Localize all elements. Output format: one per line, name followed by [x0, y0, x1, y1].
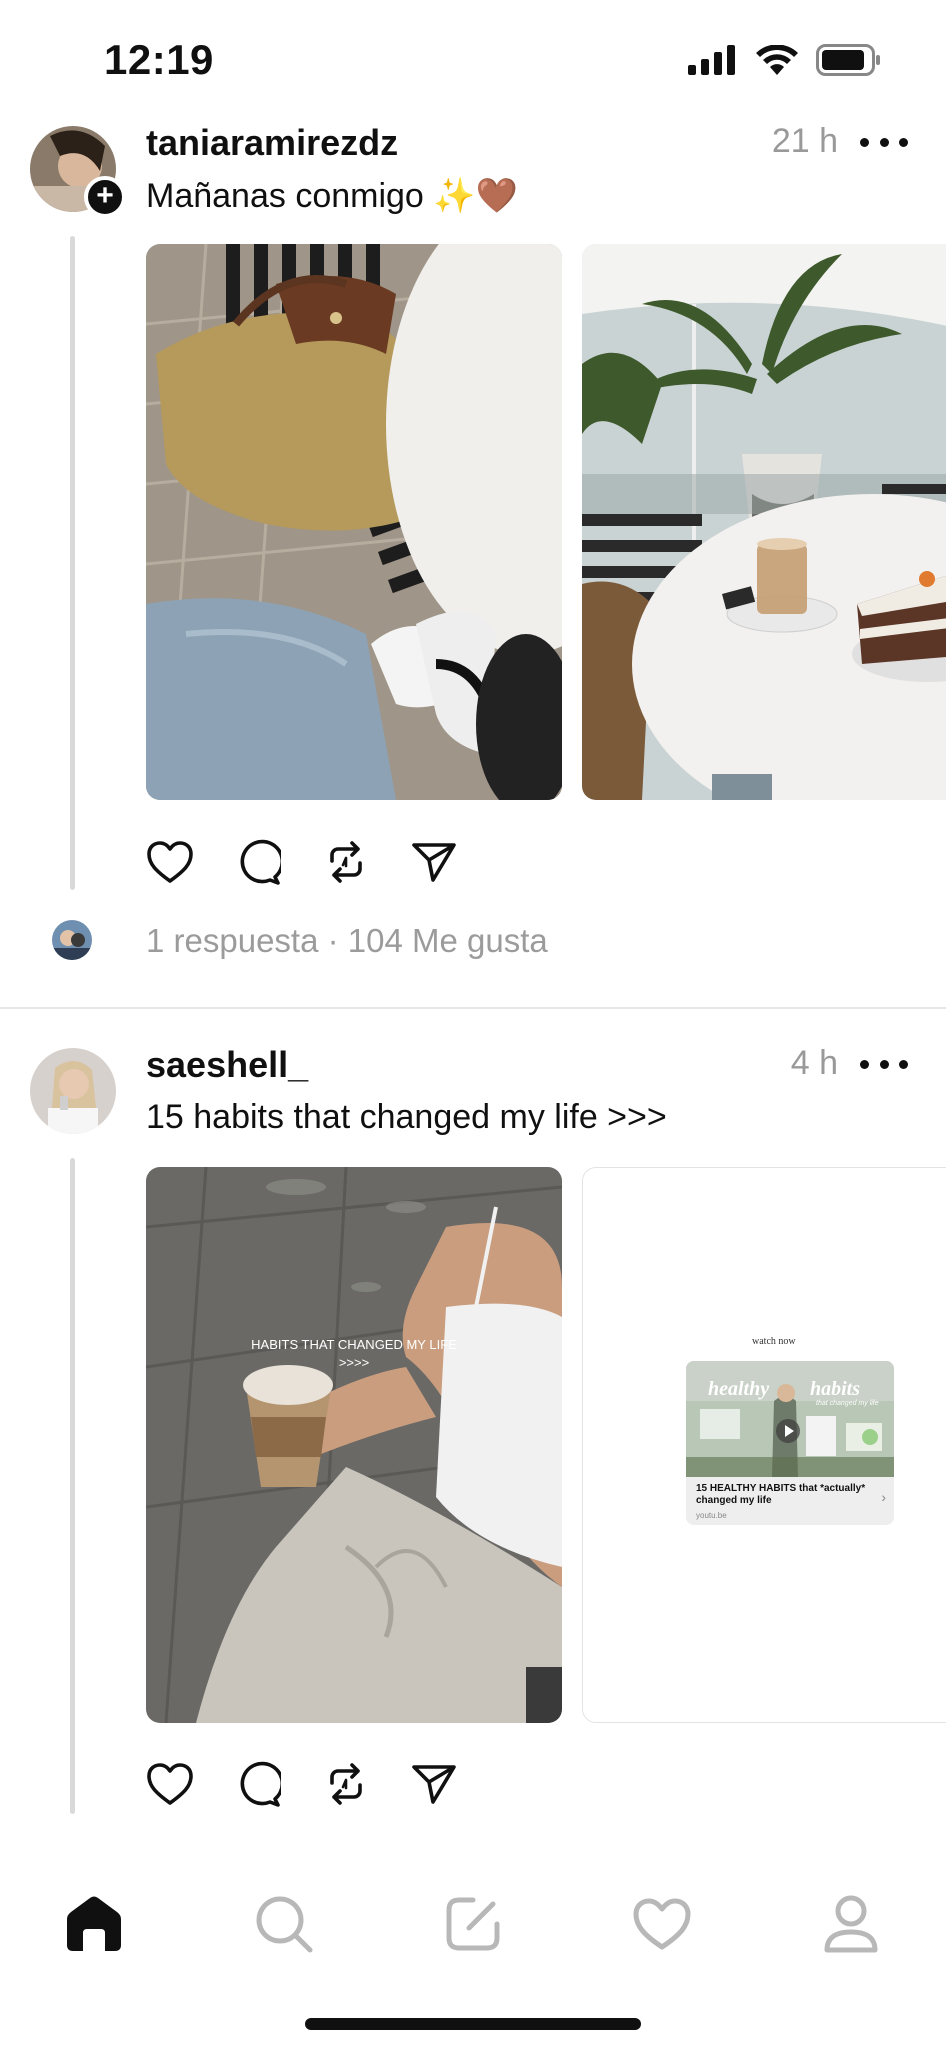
thread-line: [70, 236, 75, 890]
post-time: 4 h: [790, 1044, 838, 1082]
search-icon: [256, 1896, 313, 1953]
repost-icon: [330, 1763, 362, 1805]
follow-plus-button[interactable]: +: [84, 176, 126, 218]
post-image[interactable]: [146, 244, 562, 800]
chevron-right-icon: ›: [881, 1489, 886, 1505]
like-button[interactable]: [146, 1760, 194, 1808]
link-domain: youtu.be: [696, 1511, 727, 1520]
post-image[interactable]: HABITS THAT CHANGED MY LIFE >>>>: [146, 1167, 562, 1723]
bottom-tab-bar: [0, 1850, 946, 2048]
post-username[interactable]: saeshell_: [146, 1044, 308, 1086]
post-actions: [146, 838, 458, 886]
more-options-button[interactable]: [860, 132, 908, 152]
repost-button[interactable]: [322, 1760, 370, 1808]
status-icons: [688, 44, 882, 76]
home-icon: [67, 1896, 121, 1951]
post-time: 21 h: [771, 122, 838, 160]
caption-emoji: ✨🤎: [433, 176, 518, 216]
post-actions: [146, 1760, 458, 1808]
post-caption: 15 habits that changed my life >>>: [146, 1098, 667, 1136]
thumb-subtitle: that changed my life: [816, 1400, 879, 1407]
wifi-icon: [756, 45, 798, 75]
reply-button[interactable]: [234, 1760, 282, 1808]
profile-icon: [824, 1895, 878, 1953]
tab-home[interactable]: [54, 1884, 134, 1964]
status-bar: 12:19: [0, 0, 946, 120]
tab-compose[interactable]: [433, 1884, 513, 1964]
more-options-button[interactable]: [860, 1054, 908, 1074]
status-time: 12:19: [104, 36, 214, 83]
send-icon: [412, 843, 456, 882]
post-username[interactable]: taniaramirezdz: [146, 122, 398, 164]
thumb-word-habits: habits: [810, 1378, 860, 1400]
tab-search[interactable]: [244, 1884, 324, 1964]
reply-button[interactable]: [234, 838, 282, 886]
repost-icon: [330, 841, 362, 883]
heart-icon: [147, 841, 193, 883]
share-button[interactable]: [410, 1760, 458, 1808]
share-button[interactable]: [410, 838, 458, 886]
compose-icon: [446, 1897, 500, 1951]
tab-profile[interactable]: [811, 1884, 891, 1964]
link-preview-card[interactable]: healthy habits that changed my life 15 H…: [686, 1361, 894, 1525]
signal-icon: [688, 45, 735, 75]
heart-icon: [633, 1898, 691, 1950]
thumb-word-healthy: healthy: [708, 1378, 769, 1400]
thread-line: [70, 1158, 75, 1814]
post-stats[interactable]: 1 respuesta · 104 Me gusta: [146, 922, 548, 960]
link-title: 15 HEALTHY HABITS that *actually* change…: [696, 1483, 866, 1506]
tab-activity[interactable]: [622, 1884, 702, 1964]
home-indicator: [305, 2018, 641, 2030]
post-caption: Mañanas conmigo ✨🤎: [146, 176, 518, 216]
comment-icon: [240, 839, 281, 885]
send-icon: [412, 1765, 456, 1804]
like-button[interactable]: [146, 838, 194, 886]
image-overlay-text: HABITS THAT CHANGED MY LIFE: [251, 1337, 457, 1352]
avatar[interactable]: [30, 1048, 116, 1134]
heart-icon: [147, 1763, 193, 1805]
post-divider: [0, 1007, 946, 1009]
comment-icon: [240, 1761, 281, 1807]
reply-avatar[interactable]: [52, 920, 92, 960]
repost-button[interactable]: [322, 838, 370, 886]
image-overlay-arrows: >>>>: [339, 1355, 369, 1370]
watch-now-label: watch now: [752, 1336, 796, 1347]
battery-icon: [816, 44, 880, 76]
post-image[interactable]: [582, 244, 946, 800]
